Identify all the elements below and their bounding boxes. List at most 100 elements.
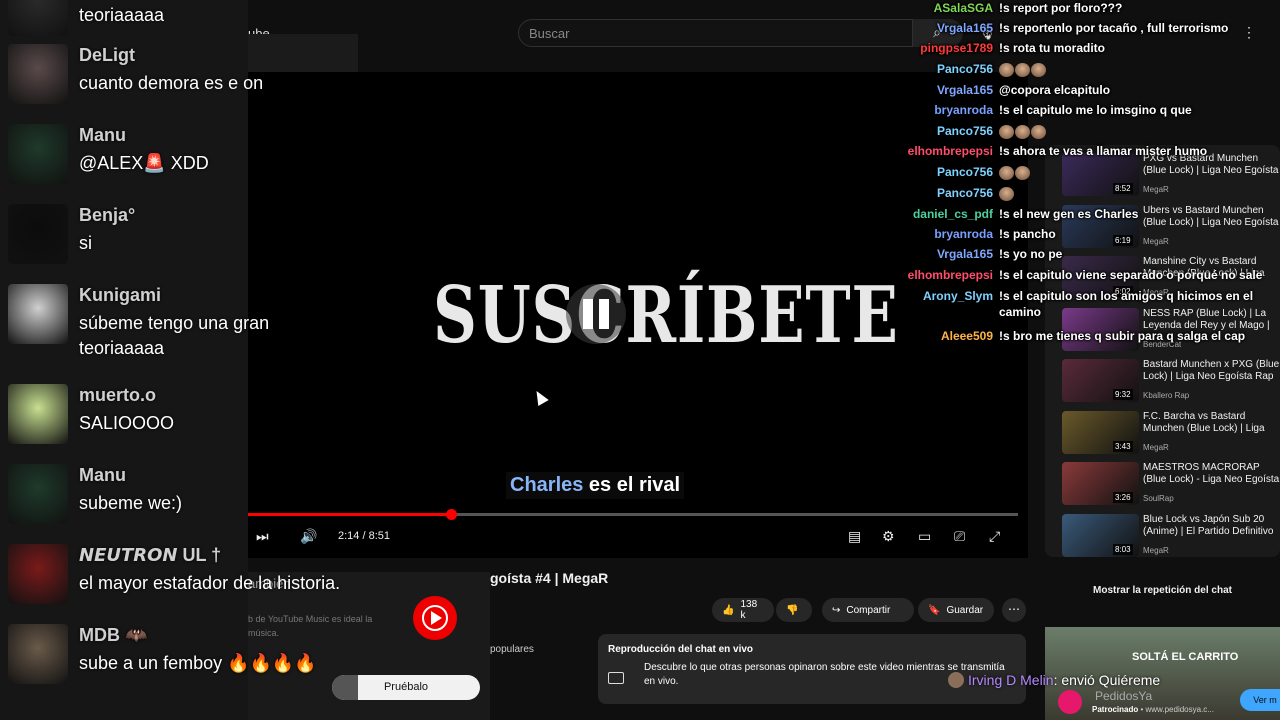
thumbs-down-icon: 👎 bbox=[786, 604, 799, 616]
share-icon: ↪ bbox=[832, 604, 841, 616]
avatar[interactable] bbox=[8, 284, 68, 344]
avatar[interactable] bbox=[8, 0, 68, 36]
avatar[interactable] bbox=[8, 44, 68, 104]
screen: ube Buscar ⌕ 🎙 ⋮ SUSCRÍBETE Charles es e… bbox=[0, 0, 1280, 720]
related-video-title[interactable]: Blue Lock vs Japón Sub 20 (Anime) | El P… bbox=[1143, 514, 1280, 538]
chat-message: 𝙉𝙀𝙐𝙏𝙍𝙊𝙉 UL † el mayor estafador de la his… bbox=[0, 540, 360, 620]
channel-name[interactable]: Kballero Rap bbox=[1143, 391, 1189, 400]
related-video-item[interactable]: 3:43 F.C. Barcha vs Bastard Munchen (Blue… bbox=[1062, 410, 1280, 461]
chat-text: @copora elcapitulo bbox=[999, 83, 1111, 97]
live-chat-title: Reproducción del chat en vivo bbox=[608, 644, 754, 655]
chat-username[interactable]: Manu bbox=[79, 465, 126, 486]
chat-message: Kunigami súbeme tengo una gran teoriaaaaa bbox=[0, 280, 360, 360]
dislike-button[interactable]: 👎 bbox=[776, 598, 812, 622]
chat-text: @ALEX🚨 XDD bbox=[79, 153, 209, 173]
share-button[interactable]: ↪ Compartir bbox=[822, 598, 914, 622]
like-count: 138 k bbox=[740, 599, 758, 621]
settings-icon[interactable]: ⚙ bbox=[882, 528, 895, 545]
chat-text: SALIOOOO bbox=[79, 413, 175, 433]
chat-message: Manu @ALEX🚨 XDD bbox=[0, 120, 360, 200]
chat-username[interactable]: MDB 🦇 bbox=[79, 625, 147, 646]
chat-text: !s bro me tienes q subir para q salga el… bbox=[999, 329, 1246, 343]
live-chat-replay-card[interactable]: Reproducción del chat en vivo Descubre l… bbox=[598, 634, 1026, 704]
search-input[interactable]: Buscar bbox=[518, 19, 913, 47]
chat-username[interactable]: DeLigt bbox=[79, 45, 135, 66]
sponsored-label: Patrocinado bbox=[1092, 705, 1139, 714]
chat-username[interactable]: Vrgala165 bbox=[937, 246, 993, 262]
avatar[interactable] bbox=[8, 544, 68, 604]
subtitles-icon[interactable]: ▤ bbox=[848, 528, 861, 545]
caption-highlight: Charles bbox=[510, 474, 584, 496]
avatar[interactable] bbox=[8, 204, 68, 264]
caption-text: es el rival bbox=[583, 474, 681, 496]
chat-username[interactable]: elhombrepepsi bbox=[908, 267, 993, 283]
show-chat-replay-button[interactable]: Mostrar la repetición del chat bbox=[1045, 580, 1280, 602]
emote-icon bbox=[999, 186, 1014, 201]
theater-mode-icon[interactable]: ▭ bbox=[918, 528, 931, 545]
chat-username[interactable]: 𝙉𝙀𝙐𝙏𝙍𝙊𝙉 UL † bbox=[79, 545, 221, 566]
channel-name[interactable]: SoulRap bbox=[1143, 494, 1174, 503]
chat-text: !s el capitulo me lo imsgino q que bbox=[999, 103, 1192, 117]
chat-username[interactable]: ASalaSGA bbox=[934, 0, 993, 16]
chat-username[interactable]: Vrgala165 bbox=[937, 82, 993, 98]
avatar[interactable] bbox=[8, 464, 68, 524]
video-duration: 3:43 bbox=[1113, 440, 1133, 452]
channel-name[interactable]: MegaR bbox=[1143, 546, 1169, 555]
chat-username[interactable]: Benja° bbox=[79, 205, 135, 226]
chat-username[interactable]: Manu bbox=[79, 125, 126, 146]
chat-username[interactable]: bryanroda bbox=[934, 102, 993, 118]
chat-text bbox=[999, 123, 1279, 139]
chat-username[interactable]: muerto.o bbox=[79, 385, 156, 406]
chat-message: muerto.o SALIOOOO bbox=[0, 380, 360, 460]
chat-text: !s el capitulo son los amigos q hicimos … bbox=[999, 289, 1254, 319]
ad-cta-button[interactable]: Ver m bbox=[1240, 689, 1280, 711]
related-video-title[interactable]: Bastard Munchen x PXG (Blue Lock) | Liga… bbox=[1143, 359, 1280, 383]
chat-message: MDB 🦇 sube a un femboy 🔥🔥🔥🔥 bbox=[0, 620, 360, 700]
like-button[interactable]: 👍 138 k bbox=[712, 598, 774, 622]
chat-text: !s yo no pe bbox=[999, 247, 1063, 261]
chat-text: teoriaaaaa bbox=[79, 5, 165, 25]
mouse-cursor bbox=[531, 387, 549, 407]
chat-text: súbeme tengo una gran bbox=[79, 313, 270, 333]
avatar[interactable] bbox=[8, 624, 68, 684]
channel-name[interactable]: MegaR bbox=[1143, 443, 1169, 452]
avatar[interactable] bbox=[8, 124, 68, 184]
progress-bar[interactable] bbox=[248, 509, 1018, 520]
save-label: Guardar bbox=[946, 604, 984, 616]
related-video-title[interactable]: MAESTROS MACRORAP (Blue Lock) - Liga Neo… bbox=[1143, 462, 1280, 486]
pause-icon[interactable] bbox=[566, 284, 626, 344]
chat-username[interactable]: daniel_cs_pdf bbox=[913, 206, 993, 222]
chat-username[interactable]: Arony_Slym bbox=[923, 288, 993, 304]
chat-text: sube a un femboy 🔥🔥🔥🔥 bbox=[79, 653, 317, 673]
chat-username[interactable]: Panco756 bbox=[937, 123, 993, 139]
chat-username[interactable]: Kunigami bbox=[79, 285, 161, 306]
fullscreen-icon[interactable]: ⤢ bbox=[989, 528, 1000, 545]
related-video-item[interactable]: 3:26 MAESTROS MACRORAP (Blue Lock) - Liga… bbox=[1062, 462, 1280, 512]
chat-username[interactable]: pingpse1789 bbox=[920, 40, 993, 56]
related-video-title[interactable]: F.C. Barcha vs Bastard Munchen (Blue Loc… bbox=[1143, 411, 1280, 435]
progress-scrubber[interactable] bbox=[446, 509, 458, 520]
chat-username[interactable]: Vrgala165 bbox=[937, 20, 993, 36]
chat-text: cuanto demora es e on bbox=[79, 73, 264, 93]
chat-username[interactable]: Panco756 bbox=[937, 185, 993, 201]
play-icon bbox=[431, 611, 442, 625]
ad-sponsor: Patrocinado • www.pedidosya.c... bbox=[1092, 705, 1214, 714]
cast-icon[interactable]: ⎚ bbox=[954, 528, 965, 545]
chat-username[interactable]: elhombrepepsi bbox=[908, 143, 993, 159]
chat-username[interactable]: Aleee509 bbox=[941, 328, 993, 344]
video-duration: 9:32 bbox=[1113, 389, 1133, 400]
chat-text: !s rota tu moradito bbox=[999, 41, 1106, 55]
popular-chip[interactable]: populares bbox=[490, 644, 534, 655]
emote-icon bbox=[1015, 124, 1030, 139]
ad-headline: SOLTÁ EL CARRITO bbox=[1132, 651, 1239, 663]
related-video-item[interactable]: 9:32 Bastard Munchen x PXG (Blue Lock) | … bbox=[1062, 359, 1280, 409]
emote-icon bbox=[999, 62, 1014, 77]
related-video-item[interactable]: 8:03 Blue Lock vs Japón Sub 20 (Anime) | … bbox=[1062, 513, 1280, 558]
avatar[interactable] bbox=[8, 384, 68, 444]
chat-username[interactable]: bryanroda bbox=[934, 226, 993, 242]
more-actions-button[interactable]: ⋯ bbox=[1002, 598, 1026, 622]
chat-username[interactable]: Panco756 bbox=[937, 164, 993, 180]
save-button[interactable]: 🔖 Guardar bbox=[918, 598, 994, 622]
chat-username[interactable]: Panco756 bbox=[937, 61, 993, 77]
video-caption: Charles es el rival bbox=[506, 472, 685, 499]
